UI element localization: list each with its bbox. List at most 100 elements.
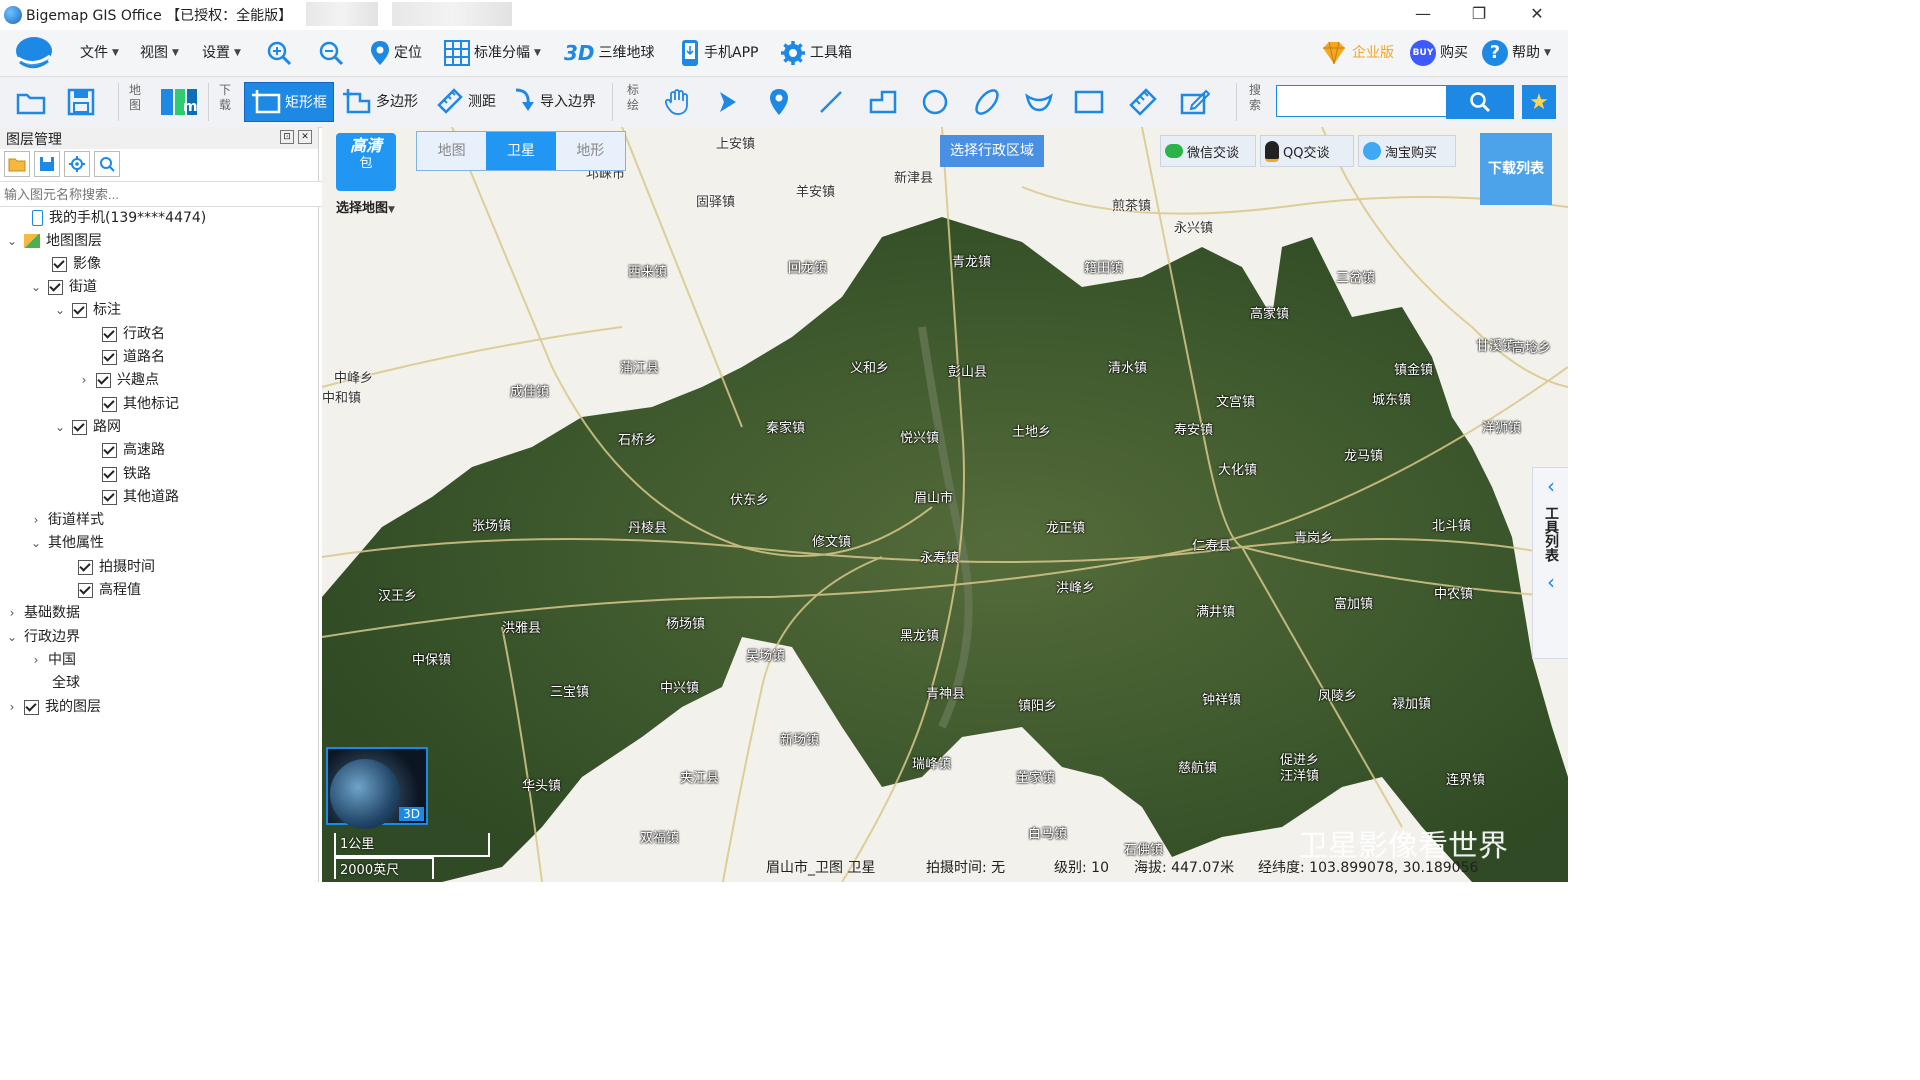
tab-satellite[interactable]: 卫星 <box>486 132 556 170</box>
tree-item-other-roads[interactable]: 其他道路 <box>102 486 179 508</box>
chevron-right-icon[interactable]: › <box>78 369 90 391</box>
select-arrow-button[interactable] <box>710 85 744 119</box>
tool-list-panel[interactable]: ‹ 工具列表 ‹ <box>1532 467 1568 659</box>
circle-button[interactable] <box>918 85 952 119</box>
polygon-button[interactable]: 多边形 <box>342 83 418 119</box>
checkbox[interactable] <box>102 442 117 458</box>
map-source-button[interactable]: m <box>158 85 200 119</box>
chevron-down-icon[interactable]: ⌄ <box>54 416 66 438</box>
restore-button[interactable]: ❐ <box>1456 0 1502 30</box>
checkbox[interactable] <box>24 699 39 715</box>
globe-3d-button[interactable]: 3D 三维地球 <box>564 30 655 76</box>
import-boundary-button[interactable]: 导入边界 <box>512 83 596 119</box>
search-input[interactable] <box>1276 85 1450 117</box>
tree-item-street-style[interactable]: › 街道样式 <box>30 509 104 531</box>
marker-button[interactable] <box>762 85 796 119</box>
help-button[interactable]: ? 帮助 ▼ <box>1482 30 1551 76</box>
chevron-down-icon[interactable]: ⌄ <box>30 276 42 298</box>
close-panel-icon[interactable]: ✕ <box>298 130 312 144</box>
chevron-left-icon[interactable]: ‹ <box>1533 570 1568 594</box>
select-map-button[interactable]: 选择地图▼ <box>336 197 406 216</box>
chevron-right-icon[interactable]: › <box>6 602 18 624</box>
tree-item-admin-boundary[interactable]: ⌄ 行政边界 <box>6 626 80 648</box>
edit-shape-button[interactable] <box>1178 85 1212 119</box>
checkbox[interactable] <box>102 396 117 412</box>
polyline-button[interactable] <box>866 85 900 119</box>
tree-item-capture-time[interactable]: 拍摄时间 <box>78 556 155 578</box>
menu-settings[interactable]: 设置 ▼ <box>202 30 241 76</box>
pan-hand-button[interactable] <box>660 85 694 119</box>
line-button[interactable] <box>814 85 848 119</box>
enterprise-button[interactable]: 企业版 <box>1320 30 1394 76</box>
checkbox[interactable] <box>78 559 93 575</box>
checkbox[interactable] <box>102 489 117 505</box>
layer-search-input[interactable] <box>0 181 323 207</box>
minimap-3d[interactable]: 3D <box>326 747 428 829</box>
ruler-measure-button[interactable] <box>1126 85 1160 119</box>
checkbox[interactable] <box>96 372 111 388</box>
layer-search-icon[interactable] <box>94 151 120 177</box>
chevron-down-icon[interactable]: ⌄ <box>6 230 18 252</box>
tab-terrain[interactable]: 地形 <box>556 132 625 170</box>
mobile-app-button[interactable]: 手机APP <box>680 30 758 76</box>
minimize-button[interactable]: — <box>1400 0 1446 30</box>
open-layer-folder-icon[interactable] <box>4 151 30 177</box>
rectangle-button[interactable] <box>1072 85 1106 119</box>
tree-item-streets[interactable]: ⌄ 街道 <box>30 276 97 298</box>
checkbox[interactable] <box>72 302 87 318</box>
map-pack-widget[interactable]: 高清 包 选择地图▼ <box>336 133 406 229</box>
menu-file[interactable]: 文件 ▼ <box>80 30 119 76</box>
tree-item-poi[interactable]: › 兴趣点 <box>78 369 159 391</box>
zoom-out-button[interactable] <box>318 30 344 76</box>
close-button[interactable]: ✕ <box>1514 0 1560 30</box>
checkbox[interactable] <box>102 466 117 482</box>
select-region-button[interactable]: 选择行政区域 <box>940 135 1044 167</box>
tree-item-global[interactable]: 全球 <box>52 672 80 694</box>
tree-item-other-marks[interactable]: 其他标记 <box>102 393 179 415</box>
standard-grid-button[interactable]: 标准分幅 ▼ <box>444 30 541 76</box>
chevron-down-icon[interactable]: ⌄ <box>30 532 42 554</box>
checkbox[interactable] <box>72 419 87 435</box>
locate-button[interactable]: 定位 <box>370 30 422 76</box>
buy-button[interactable]: BUY 购买 <box>1410 30 1468 76</box>
ellipse-button[interactable] <box>970 85 1004 119</box>
chevron-right-icon[interactable]: › <box>30 509 42 531</box>
taobao-button[interactable]: 淘宝购买 <box>1358 135 1456 167</box>
save-layer-icon[interactable] <box>34 151 60 177</box>
tree-item-my-phone[interactable]: 我的手机(139****4474) <box>32 207 206 229</box>
chevron-down-icon[interactable]: ⌄ <box>54 299 66 321</box>
curve-button[interactable] <box>1022 85 1056 119</box>
rect-frame-button[interactable]: 矩形框 <box>244 82 334 122</box>
tree-item-road-names[interactable]: 道路名 <box>102 346 165 368</box>
search-button[interactable] <box>1446 85 1514 119</box>
checkbox[interactable] <box>78 582 93 598</box>
tree-item-imagery[interactable]: 影像 <box>52 253 101 275</box>
open-folder-button[interactable] <box>14 85 48 119</box>
chevron-left-icon[interactable]: ‹ <box>1533 474 1568 498</box>
chevron-down-icon[interactable]: ⌄ <box>6 626 18 648</box>
tab-map[interactable]: 地图 <box>417 132 486 170</box>
tree-item-base-data[interactable]: › 基础数据 <box>6 602 80 624</box>
wechat-button[interactable]: 微信交谈 <box>1160 135 1256 167</box>
chevron-right-icon[interactable]: › <box>6 696 18 718</box>
checkbox[interactable] <box>52 256 67 272</box>
checkbox[interactable] <box>102 349 117 365</box>
tree-item-admin-names[interactable]: 行政名 <box>102 323 165 345</box>
tree-item-china[interactable]: › 中国 <box>30 649 76 671</box>
download-list-button[interactable]: 下载列表 <box>1480 133 1552 205</box>
layer-settings-icon[interactable] <box>64 151 90 177</box>
checkbox[interactable] <box>102 326 117 342</box>
favorites-button[interactable]: ★ <box>1522 85 1556 119</box>
pin-panel-icon[interactable]: ⊡ <box>280 130 294 144</box>
app-menu-logo-icon[interactable] <box>14 34 54 72</box>
tree-item-elevation[interactable]: 高程值 <box>78 579 141 601</box>
tree-item-highways[interactable]: 高速路 <box>102 439 165 461</box>
zoom-in-button[interactable] <box>266 30 292 76</box>
tree-item-railways[interactable]: 铁路 <box>102 463 151 485</box>
save-button[interactable] <box>64 85 98 119</box>
tree-item-my-layers[interactable]: › 我的图层 <box>6 696 101 718</box>
tree-item-road-network[interactable]: ⌄ 路网 <box>54 416 121 438</box>
measure-button[interactable]: 测距 <box>436 83 496 119</box>
checkbox[interactable] <box>48 279 63 295</box>
map-canvas[interactable]: 上安镇 新津县 邛崃市 固驿镇 羊安镇 煎茶镇 永兴镇 西来镇 回龙镇 青龙镇 籍田镇 三岔镇 高家镇甘… <box>322 127 1568 882</box>
